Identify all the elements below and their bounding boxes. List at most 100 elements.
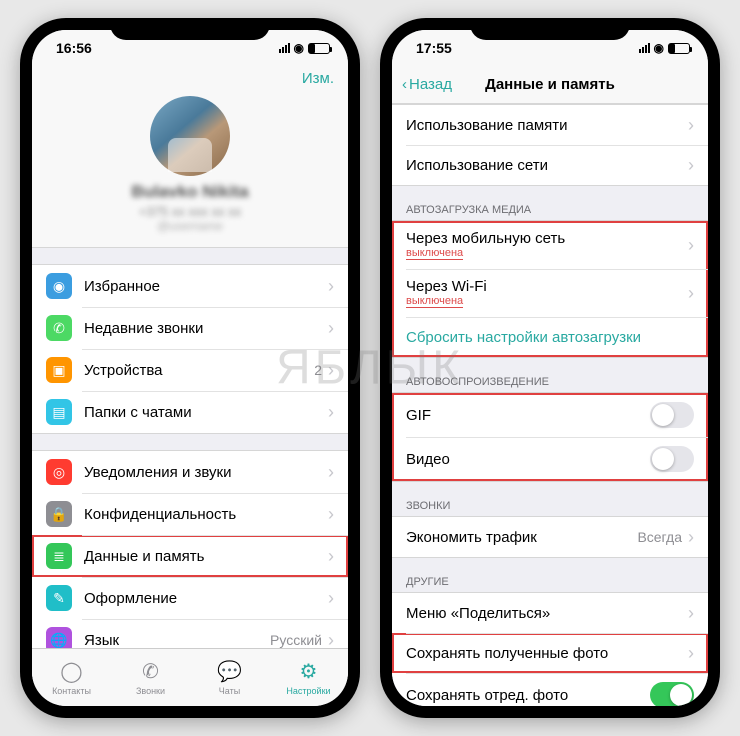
row-network-usage[interactable]: Использование сети› [392,145,708,185]
row-label: Уведомления и звуки [84,464,328,481]
contacts-icon: ◯ [60,659,82,684]
chat-folders-icon: ▤ [46,399,72,425]
settings-icon: ⚙ [300,659,318,684]
chevron-right-icon: › [688,283,694,304]
row-wifi[interactable]: Через Wi-Fiвыключена› [392,269,708,317]
row-subvalue: выключена [406,247,463,260]
row-share-menu[interactable]: Меню «Поделиться»› [392,593,708,633]
chevron-right-icon: › [328,402,334,423]
row-save-received-photo[interactable]: Сохранять полученные фото› [392,633,708,673]
row-save-traffic[interactable]: Экономить трафикВсегда › [392,517,708,557]
section-header: АВТОВОСПРОИЗВЕДЕНИЕ [392,358,708,392]
row-save-edited-photo[interactable]: Сохранять отред. фото [392,673,708,706]
wifi-icon: ◉ [294,41,304,55]
battery-icon [668,43,690,54]
chevron-right-icon: › [688,115,694,136]
appearance-icon: ✎ [46,585,72,611]
chevron-right-icon: › [328,588,334,609]
favorites-icon: ◉ [46,273,72,299]
row-label: Конфиденциальность [84,506,328,523]
row-favorites[interactable]: ◉ Избранное › [32,265,348,307]
edit-button[interactable]: Изм. [302,70,334,87]
recent-calls-icon: ✆ [46,315,72,341]
row-label: Данные и память [84,548,328,565]
row-video[interactable]: Видео [392,437,708,481]
section-header: АВТОЗАГРУЗКА МЕДИА [392,186,708,220]
tab-label: Настройки [286,686,330,696]
chats-icon: 💬 [217,659,242,684]
chevron-right-icon: › [328,318,334,339]
profile-header[interactable]: Bulavko Nikita +375 xx xxx xx xx @userna… [32,96,348,248]
tab-settings[interactable]: ⚙ Настройки [269,649,348,706]
profile-username: @username [32,219,348,233]
notifications-icon: ◎ [46,459,72,485]
chevron-right-icon: › [328,504,334,525]
phone-right: 17:55 ◉ ‹ Назад Данные и память Использо… [380,18,720,718]
chevron-right-icon: › [688,155,694,176]
row-label: Сохранять полученные фото [406,645,688,662]
notch [470,18,630,40]
row-recent-calls[interactable]: ✆ Недавние звонки › [32,307,348,349]
tab-chats[interactable]: 💬 Чаты [190,649,269,706]
row-label: GIF [406,407,650,424]
row-value: Русский [270,632,322,648]
chevron-right-icon: › [688,527,694,548]
signal-icon [639,43,650,53]
row-gif[interactable]: GIF [392,393,708,437]
data-storage-icon: ≣ [46,543,72,569]
row-value: 2 [314,362,322,378]
section-header: ЗВОНКИ [392,482,708,516]
row-privacy[interactable]: 🔒 Конфиденциальность › [32,493,348,535]
row-label: Язык [84,632,270,649]
time: 17:55 [416,40,452,56]
row-cellular[interactable]: Через мобильную сетьвыключена› [392,221,708,269]
devices-icon: ▣ [46,357,72,383]
chevron-right-icon: › [328,462,334,483]
tab-label: Чаты [219,686,240,696]
row-subvalue: выключена [406,295,463,308]
page-title: Данные и память [392,76,708,93]
row-label: Избранное [84,278,328,295]
row-label: Меню «Поделиться» [406,605,688,622]
tab-bar: ◯ Контакты ✆ Звонки 💬 Чаты ⚙ Настройки [32,648,348,706]
toggle-video[interactable] [650,446,694,472]
row-data-storage[interactable]: ≣ Данные и память › [32,535,348,577]
nav-bar: ‹ Назад Данные и память [392,66,708,104]
row-value: Всегда [637,529,682,545]
row-label: Использование сети [406,157,688,174]
chevron-right-icon: › [328,276,334,297]
chevron-right-icon: › [688,603,694,624]
calls-icon: ✆ [142,659,159,684]
tab-calls[interactable]: ✆ Звонки [111,649,190,706]
row-notifications[interactable]: ◎ Уведомления и звуки › [32,451,348,493]
time: 16:56 [56,40,92,56]
row-chat-folders[interactable]: ▤ Папки с чатами › [32,391,348,433]
row-label: Сохранять отред. фото [406,687,650,704]
row-label: Папки с чатами [84,404,328,421]
row-label: Видео [406,451,650,468]
tab-contacts[interactable]: ◯ Контакты [32,649,111,706]
tab-label: Звонки [136,686,165,696]
chevron-right-icon: › [328,360,334,381]
battery-icon [308,43,330,54]
chevron-right-icon: › [328,546,334,567]
toggle-save-edited-photo[interactable] [650,682,694,706]
tab-label: Контакты [52,686,91,696]
row-reset[interactable]: Сбросить настройки автозагрузки [392,317,708,357]
row-label: Использование памяти [406,117,688,134]
row-appearance[interactable]: ✎ Оформление › [32,577,348,619]
avatar [150,96,230,176]
row-devices[interactable]: ▣ Устройства 2 › [32,349,348,391]
wifi-icon: ◉ [654,41,664,55]
row-label: Недавние звонки [84,320,328,337]
chevron-right-icon: › [688,235,694,256]
profile-name: Bulavko Nikita [32,182,348,202]
toggle-gif[interactable] [650,402,694,428]
privacy-icon: 🔒 [46,501,72,527]
section-header: ДРУГИЕ [392,558,708,592]
signal-icon [279,43,290,53]
chevron-right-icon: › [688,643,694,664]
row-label: Экономить трафик [406,529,637,546]
row-storage-usage[interactable]: Использование памяти› [392,105,708,145]
profile-phone: +375 xx xxx xx xx [32,204,348,219]
